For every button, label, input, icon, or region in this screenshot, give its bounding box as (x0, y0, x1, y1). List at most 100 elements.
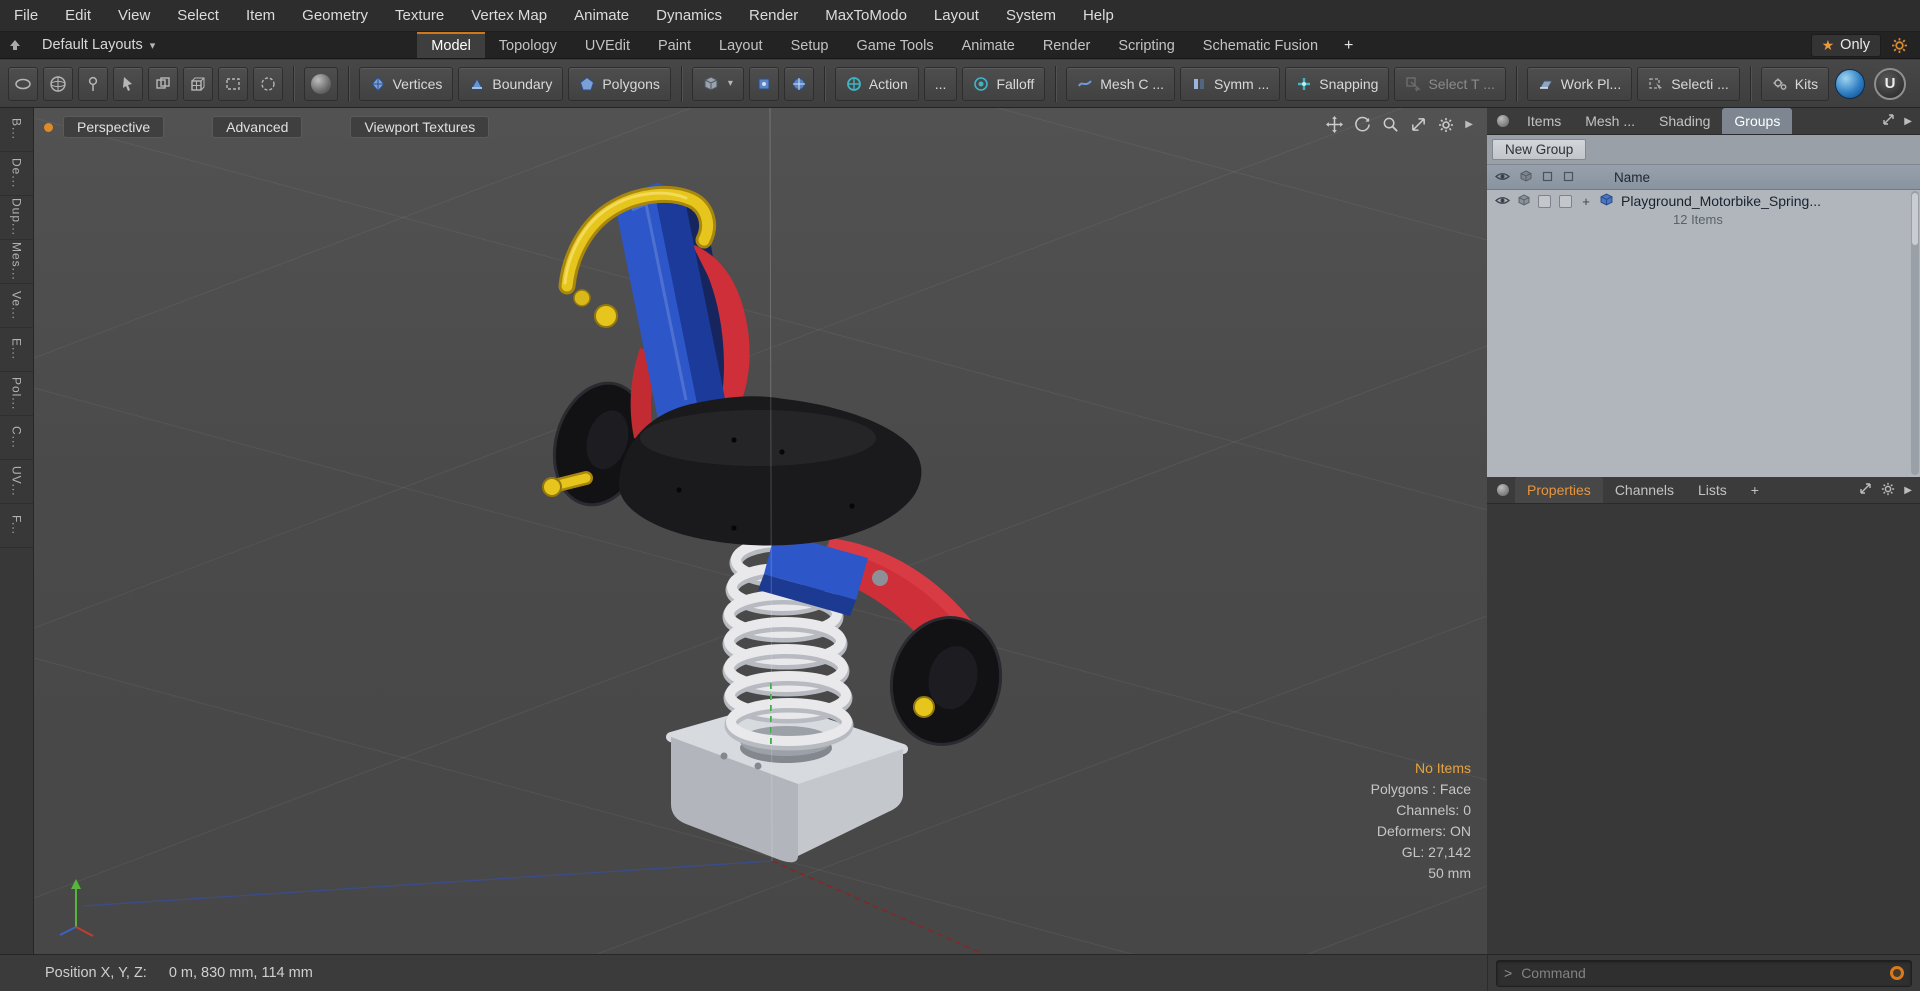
viewport-3d[interactable]: Perspective Advanced Viewport Textures ▶… (34, 108, 1487, 954)
row-eye-icon[interactable] (1494, 193, 1511, 209)
tab-items[interactable]: Items (1515, 108, 1573, 134)
menu-maxtomodo[interactable]: MaxToModo (825, 7, 907, 24)
tool-lasso-select-icon[interactable] (253, 66, 283, 101)
row-checkbox-2[interactable] (1559, 194, 1572, 208)
viewport-textures-button[interactable]: Viewport Textures (350, 116, 490, 138)
kits-button[interactable]: Kits (1760, 66, 1830, 101)
left-tab-basic[interactable]: B... (0, 108, 33, 152)
add-panel-tab-button[interactable]: + (1739, 477, 1771, 503)
model-spring-rider[interactable] (541, 183, 1014, 863)
panel-menu-icon[interactable] (1497, 115, 1509, 127)
symmetry-button[interactable]: Symm ... (1180, 66, 1281, 101)
tab-model[interactable]: Model (417, 32, 485, 58)
viewport-flyout-icon[interactable]: ▶ (1465, 119, 1473, 130)
left-tab-duplicate[interactable]: Dup... (0, 196, 33, 240)
new-group-button[interactable]: New Group (1492, 139, 1587, 160)
tab-topology[interactable]: Topology (485, 32, 571, 58)
tab-mesh-ops[interactable]: Mesh ... (1573, 108, 1647, 134)
row-render-cube-icon[interactable] (1518, 193, 1530, 209)
tool-copy-icon[interactable] (148, 66, 178, 101)
tab-scripting[interactable]: Scripting (1104, 32, 1188, 58)
tool-ellipse-icon[interactable] (8, 66, 38, 101)
macro-record-icon[interactable] (1890, 966, 1904, 980)
command-input-field[interactable]: > (1496, 959, 1912, 987)
left-tab-flex[interactable]: F... (0, 504, 33, 548)
left-tab-vertex[interactable]: Ve... (0, 284, 33, 328)
tab-properties[interactable]: Properties (1515, 477, 1603, 503)
panel-flyout-icon[interactable]: ▶ (1904, 485, 1912, 496)
tool-rect-select-icon[interactable] (218, 66, 248, 101)
mesh-constraints-button[interactable]: Mesh C ... (1066, 66, 1176, 101)
tab-shading[interactable]: Shading (1647, 108, 1722, 134)
viewport-gear-icon[interactable] (1438, 117, 1454, 133)
tab-layout[interactable]: Layout (705, 32, 777, 58)
panel-maximize-icon[interactable] (1882, 113, 1895, 129)
left-tab-deform[interactable]: De... (0, 152, 33, 196)
tool-pin-icon[interactable] (78, 66, 108, 101)
boundary-mode-button[interactable]: Boundary (458, 66, 564, 101)
falloff-button[interactable]: Falloff (962, 66, 1046, 101)
layouts-home-button[interactable] (0, 32, 30, 58)
menu-geometry[interactable]: Geometry (302, 7, 368, 24)
panel-flyout-icon[interactable]: ▶ (1904, 116, 1912, 127)
tab-schematic-fusion[interactable]: Schematic Fusion (1189, 32, 1332, 58)
menu-item[interactable]: Item (246, 7, 275, 24)
menu-help[interactable]: Help (1083, 7, 1114, 24)
panel-gear-icon[interactable] (1881, 482, 1895, 499)
layout-settings-gear-button[interactable] (1891, 37, 1908, 54)
modo-cloud-button[interactable] (1834, 68, 1866, 100)
selection-sets-button[interactable]: Selecti ... (1637, 66, 1740, 101)
tab-uvedit[interactable]: UVEdit (571, 32, 644, 58)
left-tab-uv[interactable]: UV... (0, 460, 33, 504)
zoom-icon[interactable] (1382, 116, 1399, 133)
work-plane-button[interactable]: Work Pl... (1526, 66, 1633, 101)
pivot-mode-icon[interactable] (783, 66, 814, 101)
panel-maximize-icon[interactable] (1859, 482, 1872, 498)
tab-lists[interactable]: Lists (1686, 477, 1739, 503)
tab-channels[interactable]: Channels (1603, 477, 1686, 503)
menu-vertex-map[interactable]: Vertex Map (471, 7, 547, 24)
panel-menu-icon[interactable] (1497, 484, 1509, 496)
left-tab-polygon[interactable]: Pol... (0, 372, 33, 416)
tab-animate[interactable]: Animate (948, 32, 1029, 58)
vertices-mode-button[interactable]: Vertices (358, 66, 454, 101)
menu-dynamics[interactable]: Dynamics (656, 7, 722, 24)
viewport-canvas[interactable] (34, 108, 1487, 954)
tab-render[interactable]: Render (1029, 32, 1105, 58)
tab-setup[interactable]: Setup (777, 32, 843, 58)
snapping-button[interactable]: Snapping (1285, 66, 1390, 101)
shading-mode-button[interactable]: Advanced (212, 116, 303, 138)
menu-animate[interactable]: Animate (574, 7, 629, 24)
row-expander[interactable]: + (1580, 194, 1592, 209)
favorites-only-button[interactable]: ★ Only (1810, 33, 1881, 57)
polygons-mode-button[interactable]: Polygons (568, 66, 671, 101)
tool-sphere-icon[interactable] (43, 66, 73, 101)
left-tab-curves[interactable]: C... (0, 416, 33, 460)
tool-cursor-icon[interactable] (113, 66, 143, 101)
pan-icon[interactable] (1326, 116, 1344, 133)
foundry-account-button[interactable]: U (1874, 67, 1907, 100)
group-item-name[interactable]: Playground_Motorbike_Spring... (1621, 193, 1821, 209)
preset-sphere-button[interactable] (303, 66, 338, 101)
row-checkbox-1[interactable] (1538, 194, 1551, 208)
action-center-button[interactable]: Action (834, 66, 919, 101)
groups-scrollbar[interactable] (1911, 191, 1919, 475)
perspective-view-button[interactable]: Perspective (63, 116, 165, 138)
orbit-icon[interactable] (1354, 116, 1371, 133)
group-row[interactable]: + Playground_Motorbike_Spring... (1487, 190, 1920, 212)
menu-view[interactable]: View (118, 7, 150, 24)
action-overflow-button[interactable]: ... (923, 66, 958, 101)
tab-groups[interactable]: Groups (1722, 108, 1793, 134)
tab-paint[interactable]: Paint (644, 32, 705, 58)
default-layouts-dropdown[interactable]: Default Layouts ▾ (30, 32, 167, 58)
name-column-header[interactable]: Name (1614, 170, 1650, 185)
command-input[interactable] (1519, 964, 1883, 982)
left-tab-edge[interactable]: E... (0, 328, 33, 372)
left-tab-mesh-edit[interactable]: Mes... (0, 240, 33, 284)
menu-select[interactable]: Select (177, 7, 219, 24)
menu-layout[interactable]: Layout (934, 7, 979, 24)
tool-cube-array-icon[interactable] (183, 66, 213, 101)
menu-system[interactable]: System (1006, 7, 1056, 24)
item-mode-dropdown[interactable]: ▾ (691, 66, 744, 101)
select-through-button[interactable]: Select T ... (1394, 66, 1506, 101)
